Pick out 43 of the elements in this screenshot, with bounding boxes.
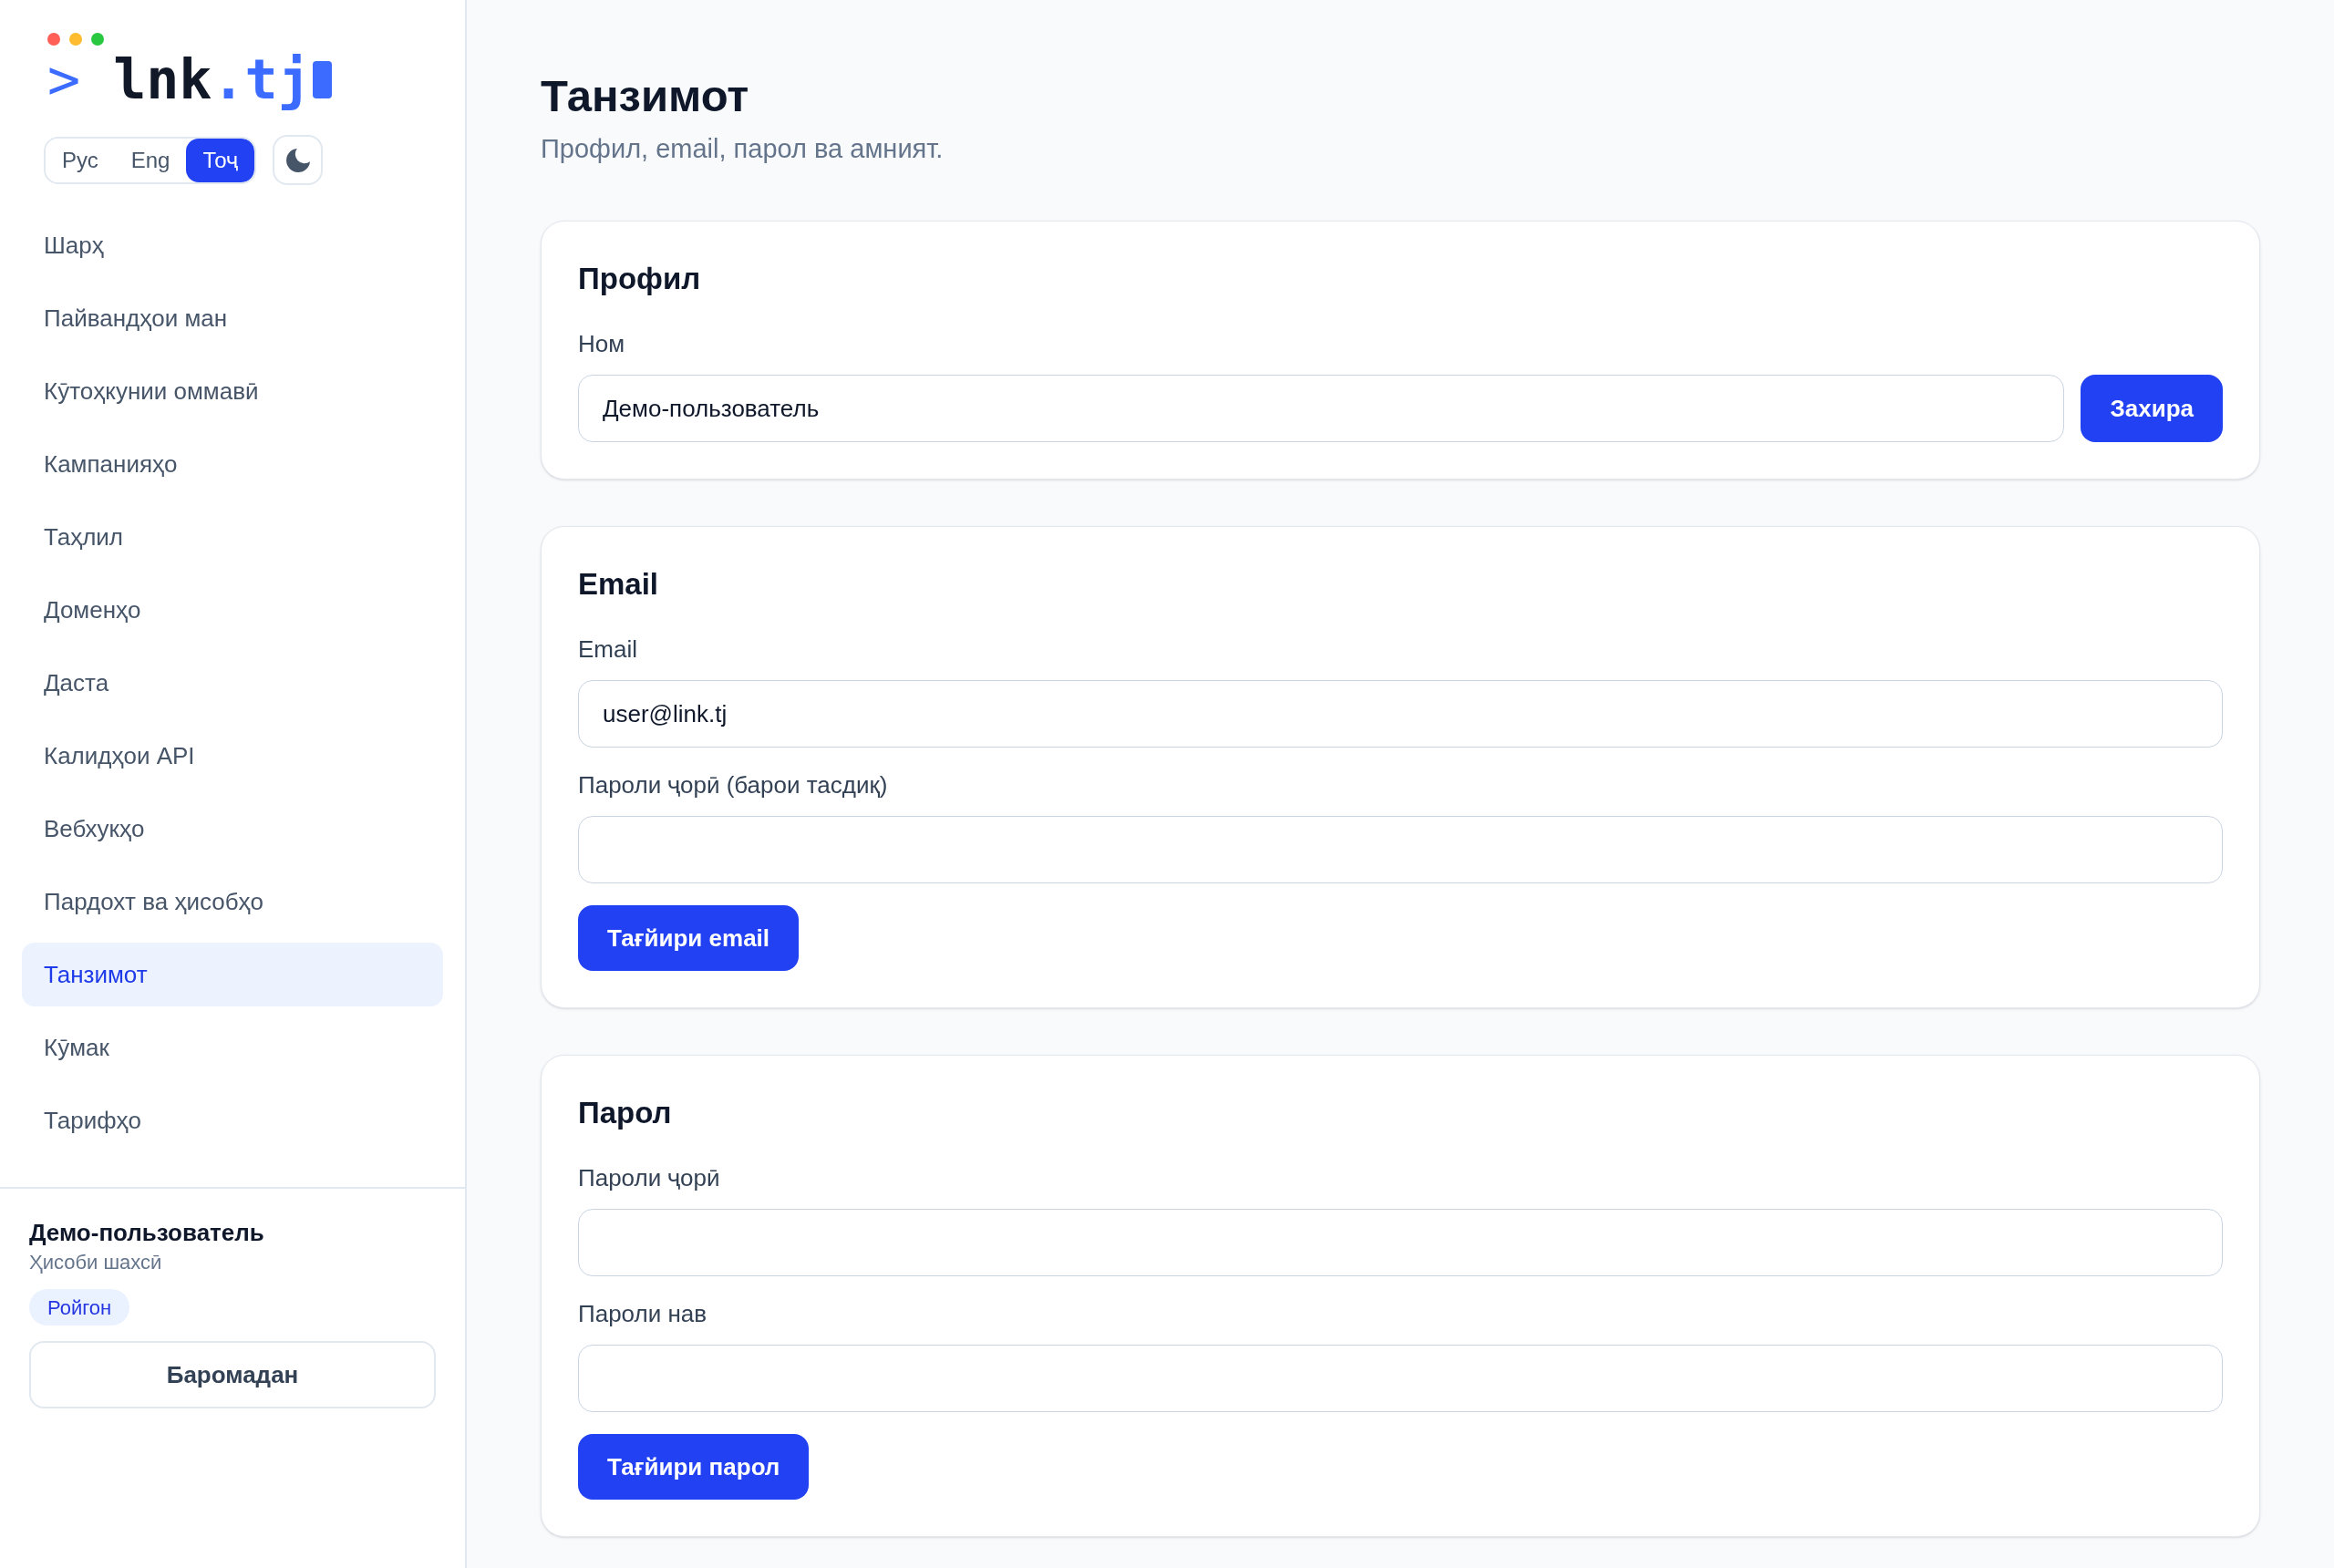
nav-item[interactable]: Даста: [22, 651, 443, 715]
nav-item[interactable]: Пардохт ва ҳисобҳо: [22, 870, 443, 934]
nav-item[interactable]: Кӯтоҳкунии оммавӣ: [22, 359, 443, 423]
language-tab[interactable]: Тоҷ: [186, 138, 255, 182]
page-title: Танзимот: [541, 70, 749, 122]
theme-toggle-button[interactable]: [273, 135, 324, 185]
logo-domain: .tj: [212, 49, 311, 109]
submit-button[interactable]: Захира: [2081, 375, 2223, 442]
nav-item[interactable]: Таҳлил: [22, 505, 443, 569]
text-field[interactable]: Демо-пользователь: [578, 375, 2065, 442]
block-cursor-icon: [312, 61, 332, 98]
submit-button[interactable]: Тағйири email: [578, 905, 800, 971]
nav-item[interactable]: Шарҳ: [22, 213, 443, 277]
nav-item[interactable]: Кӯмак: [22, 1016, 443, 1079]
password-field[interactable]: [578, 816, 2223, 883]
field-label: Email: [578, 634, 638, 665]
logout-button[interactable]: Баромадан: [29, 1341, 436, 1408]
text-field[interactable]: user@link.tj: [578, 680, 2223, 748]
nav-item[interactable]: Пайвандҳои ман: [22, 286, 443, 350]
nav-item[interactable]: Доменҳо: [22, 578, 443, 642]
nav-item[interactable]: Калидҳои API: [22, 724, 443, 788]
field-label: Пароли ҷорӣ: [578, 1163, 721, 1193]
logo-prompt: >: [47, 49, 81, 109]
card-title: Email: [578, 566, 659, 603]
field-label: Ном: [578, 329, 626, 359]
page-subtitle: Профил, email, парол ва амният.: [541, 133, 944, 165]
plan-badge: Ройгон: [29, 1289, 130, 1326]
password-field[interactable]: [578, 1345, 2223, 1412]
nav-item[interactable]: Танзимот: [22, 943, 443, 1006]
account-type: Ҳисоби шахсӣ: [29, 1250, 162, 1275]
window-dots-icon: [47, 33, 104, 46]
submit-button[interactable]: Тағйири парол: [578, 1434, 810, 1500]
field-label: Пароли нав: [578, 1299, 708, 1329]
field-label: Пароли ҷорӣ (барои тасдиқ): [578, 770, 889, 800]
nav-item[interactable]: Вебхукҳо: [22, 797, 443, 861]
nav-item[interactable]: Тарифҳо: [22, 1088, 443, 1152]
nav-item[interactable]: Кампанияҳо: [22, 432, 443, 496]
logo-text: lnk: [113, 49, 212, 109]
card-title: Парол: [578, 1095, 672, 1131]
password-field[interactable]: [578, 1209, 2223, 1276]
user-name: Демо-пользователь: [29, 1218, 264, 1248]
moon-icon: [285, 148, 310, 172]
card-title: Профил: [578, 261, 701, 297]
